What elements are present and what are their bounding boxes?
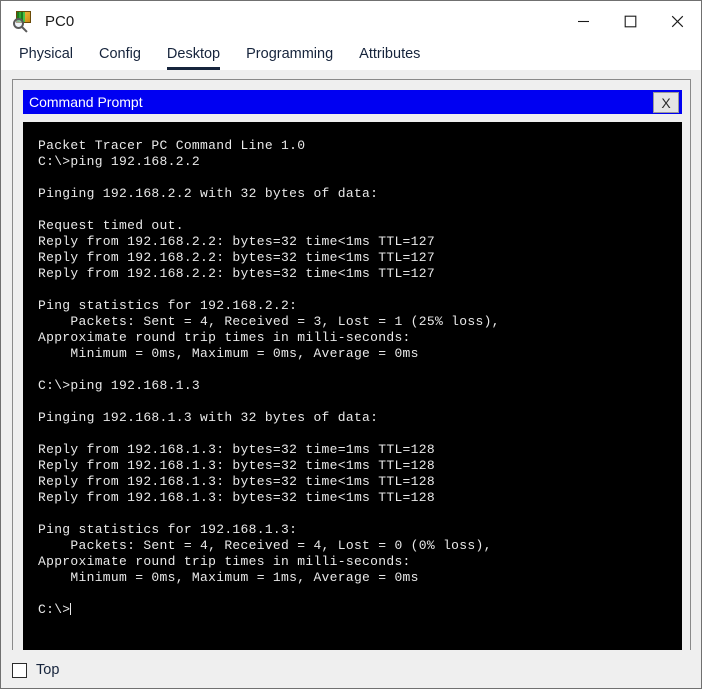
terminal-line: Reply from 192.168.1.3: bytes=32 time=1m…: [38, 442, 435, 457]
tab-attributes[interactable]: Attributes: [359, 46, 420, 70]
tab-desktop[interactable]: Desktop: [166, 46, 221, 70]
maximize-icon: [624, 15, 637, 28]
minimize-icon: [577, 15, 590, 28]
close-icon: [671, 15, 684, 28]
terminal-line: Reply from 192.168.1.3: bytes=32 time<1m…: [38, 458, 435, 473]
terminal-line: Reply from 192.168.2.2: bytes=32 time<1m…: [38, 250, 435, 265]
terminal-line: Minimum = 0ms, Maximum = 0ms, Average = …: [38, 346, 419, 361]
window-title-bar: PC0: [1, 1, 701, 41]
terminal-line: Reply from 192.168.2.2: bytes=32 time<1m…: [38, 234, 435, 249]
terminal-line: Packets: Sent = 4, Received = 3, Lost = …: [38, 314, 500, 329]
terminal-line: Reply from 192.168.1.3: bytes=32 time<1m…: [38, 474, 435, 489]
minimize-button[interactable]: [560, 1, 607, 41]
command-prompt-close-button[interactable]: X: [653, 92, 679, 113]
top-checkbox[interactable]: Top: [12, 662, 59, 678]
terminal-line: Approximate round trip times in milli-se…: [38, 554, 411, 569]
terminal-line: Packet Tracer PC Command Line 1.0: [38, 138, 306, 153]
tab-physical[interactable]: Physical: [19, 46, 73, 70]
terminal-caret: [70, 603, 72, 615]
desktop-tab-content: Command Prompt X Packet Tracer PC Comman…: [1, 70, 701, 688]
pc0-window: PC0 Physical Config Desktop Programming …: [0, 0, 702, 689]
top-checkbox-box[interactable]: [12, 662, 27, 678]
terminal-output[interactable]: Packet Tracer PC Command Line 1.0 C:\>pin…: [23, 122, 682, 688]
terminal-line: Ping statistics for 192.168.2.2:: [38, 298, 298, 313]
tab-programming[interactable]: Programming: [246, 46, 333, 70]
terminal-line: C:\>ping 192.168.1.3: [38, 378, 201, 393]
desktop-panel: Command Prompt X Packet Tracer PC Comman…: [12, 79, 691, 688]
tab-config[interactable]: Config: [99, 46, 141, 70]
terminal-line: C:\>: [38, 602, 72, 617]
terminal-line: Request timed out.: [38, 218, 184, 233]
close-button[interactable]: [654, 1, 701, 41]
bottom-bar: Top: [1, 650, 701, 688]
command-prompt-title-bar: Command Prompt X: [23, 90, 682, 114]
tab-bar: Physical Config Desktop Programming Attr…: [1, 41, 701, 70]
command-prompt-title: Command Prompt: [29, 94, 143, 110]
terminal-line: Minimum = 0ms, Maximum = 1ms, Average = …: [38, 570, 419, 585]
packet-tracer-pc-icon: [13, 10, 35, 33]
terminal-line: Approximate round trip times in milli-se…: [38, 330, 411, 345]
terminal-lines: Packet Tracer PC Command Line 1.0 C:\>pin…: [23, 122, 682, 618]
terminal-line: C:\>ping 192.168.2.2: [38, 154, 201, 169]
terminal-line: Reply from 192.168.1.3: bytes=32 time<1m…: [38, 490, 435, 505]
terminal-line: Reply from 192.168.2.2: bytes=32 time<1m…: [38, 266, 435, 281]
terminal-line: Pinging 192.168.2.2 with 32 bytes of dat…: [38, 186, 379, 201]
terminal-line: Ping statistics for 192.168.1.3:: [38, 522, 298, 537]
window-title: PC0: [45, 12, 75, 30]
terminal-line: Pinging 192.168.1.3 with 32 bytes of dat…: [38, 410, 379, 425]
terminal-line: Packets: Sent = 4, Received = 4, Lost = …: [38, 538, 492, 553]
maximize-button[interactable]: [607, 1, 654, 41]
top-checkbox-label: Top: [36, 662, 60, 678]
window-controls: [560, 1, 701, 41]
